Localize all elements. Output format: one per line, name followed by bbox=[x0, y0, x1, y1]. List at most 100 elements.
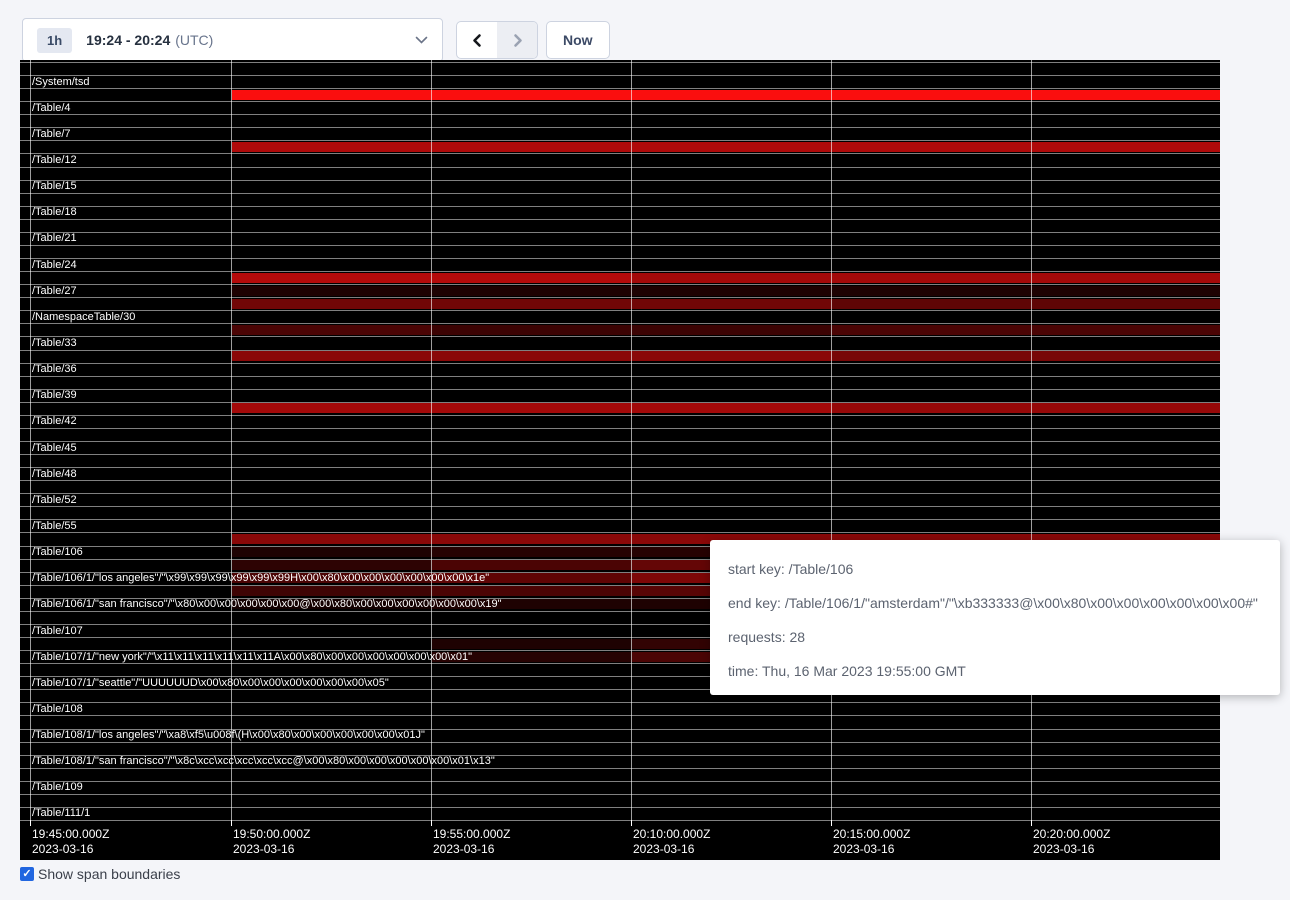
time-gridline bbox=[231, 60, 232, 820]
span-boundary-line bbox=[20, 506, 1220, 507]
tooltip-requests: requests: 28 bbox=[728, 620, 1262, 654]
heat-cell[interactable] bbox=[832, 299, 1032, 309]
axis-tick bbox=[431, 820, 432, 826]
span-boundary-line bbox=[20, 781, 1220, 782]
heat-cell[interactable] bbox=[632, 299, 832, 309]
duration-badge: 1h bbox=[37, 28, 72, 53]
heat-cell[interactable] bbox=[432, 286, 632, 296]
heat-cell[interactable] bbox=[232, 586, 432, 596]
heat-cell[interactable] bbox=[432, 547, 632, 557]
prev-time-button[interactable] bbox=[457, 22, 497, 58]
chevron-down-icon bbox=[415, 36, 428, 45]
heat-cell[interactable] bbox=[1032, 299, 1220, 309]
heat-cell[interactable] bbox=[632, 142, 832, 152]
heat-cell[interactable] bbox=[1032, 273, 1220, 283]
span-boundary-line bbox=[20, 768, 1220, 769]
heat-cell[interactable] bbox=[232, 286, 432, 296]
span-boundary-line bbox=[20, 180, 1220, 181]
heat-cell[interactable] bbox=[1032, 142, 1220, 152]
span-boundary-line bbox=[20, 715, 1220, 716]
span-boundary-line bbox=[20, 271, 1220, 272]
span-label: /Table/18 bbox=[32, 206, 77, 219]
heat-cell[interactable] bbox=[632, 325, 832, 335]
heat-cell[interactable] bbox=[232, 325, 432, 335]
heat-cell[interactable] bbox=[232, 90, 432, 100]
span-boundary-line bbox=[20, 363, 1220, 364]
heat-cell[interactable] bbox=[832, 142, 1032, 152]
time-gridline bbox=[631, 60, 632, 820]
heat-cell[interactable] bbox=[432, 325, 632, 335]
span-boundary-line bbox=[20, 441, 1220, 442]
heat-cell[interactable] bbox=[432, 534, 632, 544]
show-span-boundaries-checkbox[interactable]: ✓ bbox=[20, 867, 34, 881]
time-gridline bbox=[1031, 60, 1032, 820]
heat-cell[interactable] bbox=[632, 286, 832, 296]
show-span-boundaries-label: Show span boundaries bbox=[38, 866, 180, 882]
span-boundary-line bbox=[20, 206, 1220, 207]
heat-cell[interactable] bbox=[832, 273, 1032, 283]
span-boundary-line bbox=[20, 532, 1220, 533]
heat-cell[interactable] bbox=[632, 351, 832, 361]
heat-cell[interactable] bbox=[232, 273, 432, 283]
span-boundary-line bbox=[20, 415, 1220, 416]
heat-cell[interactable] bbox=[1032, 325, 1220, 335]
heat-cell[interactable] bbox=[1032, 351, 1220, 361]
span-label: /Table/107/1/"new york"/"\x11\x11\x11\x1… bbox=[32, 650, 472, 663]
heat-cell[interactable] bbox=[232, 142, 432, 152]
span-boundary-line bbox=[20, 323, 1220, 324]
heat-cell[interactable] bbox=[432, 142, 632, 152]
span-boundary-line bbox=[20, 140, 1220, 141]
span-boundary-line bbox=[20, 702, 1220, 703]
heat-cell[interactable] bbox=[1032, 90, 1220, 100]
axis-tick bbox=[231, 820, 232, 826]
span-boundary-line bbox=[20, 167, 1220, 168]
heat-cell[interactable] bbox=[432, 351, 632, 361]
heat-cell[interactable] bbox=[432, 299, 632, 309]
show-span-boundaries-row[interactable]: ✓ Show span boundaries bbox=[20, 866, 180, 882]
span-label: /Table/24 bbox=[32, 258, 77, 271]
key-visualizer-canvas[interactable]: /System/tsd/Table/4/Table/7/Table/12/Tab… bbox=[20, 60, 1220, 860]
span-label: /Table/42 bbox=[32, 415, 77, 428]
heat-cell[interactable] bbox=[632, 403, 832, 413]
span-label: /Table/106/1/"san francisco"/"\x80\x00\x… bbox=[32, 598, 502, 611]
heat-cell[interactable] bbox=[632, 90, 832, 100]
span-boundary-line bbox=[20, 376, 1220, 377]
span-label: /Table/108/1/"los angeles"/"\xa8\xf5\u00… bbox=[32, 729, 425, 742]
heat-cell[interactable] bbox=[432, 273, 632, 283]
now-button[interactable]: Now bbox=[546, 21, 610, 59]
next-time-button[interactable] bbox=[497, 22, 537, 58]
span-label: /NamespaceTable/30 bbox=[32, 310, 135, 323]
span-boundary-line bbox=[20, 454, 1220, 455]
heat-cell[interactable] bbox=[632, 273, 832, 283]
heat-cell[interactable] bbox=[432, 560, 632, 570]
span-boundary-line bbox=[20, 467, 1220, 468]
span-boundary-line bbox=[20, 114, 1220, 115]
tooltip-start-key: start key: /Table/106 bbox=[728, 552, 1262, 586]
heat-cell[interactable] bbox=[1032, 403, 1220, 413]
heat-cell[interactable] bbox=[832, 351, 1032, 361]
heat-cell[interactable] bbox=[232, 403, 432, 413]
axis-tick-label: 20:15:00.000Z2023-03-16 bbox=[833, 827, 910, 857]
heat-cell[interactable] bbox=[832, 90, 1032, 100]
span-boundary-line bbox=[20, 389, 1220, 390]
span-boundary-line bbox=[20, 284, 1220, 285]
heat-cell[interactable] bbox=[432, 639, 632, 649]
time-range-selector[interactable]: 1h 19:24 - 20:24 (UTC) bbox=[22, 18, 443, 62]
heat-cell[interactable] bbox=[832, 403, 1032, 413]
heat-cell[interactable] bbox=[232, 299, 432, 309]
heat-cell[interactable] bbox=[432, 586, 632, 596]
span-boundary-line bbox=[20, 101, 1220, 102]
heat-cell[interactable] bbox=[232, 534, 432, 544]
heat-cell[interactable] bbox=[232, 560, 432, 570]
heat-cell[interactable] bbox=[432, 90, 632, 100]
heat-cell[interactable] bbox=[232, 547, 432, 557]
heat-cell[interactable] bbox=[232, 351, 432, 361]
span-label: /Table/36 bbox=[32, 363, 77, 376]
heat-cell[interactable] bbox=[832, 325, 1032, 335]
span-label: /Table/106 bbox=[32, 546, 83, 559]
heat-cell[interactable] bbox=[432, 403, 632, 413]
span-boundary-line bbox=[20, 127, 1220, 128]
heat-cell[interactable] bbox=[832, 286, 1032, 296]
axis-tick bbox=[831, 820, 832, 826]
heat-cell[interactable] bbox=[1032, 286, 1220, 296]
